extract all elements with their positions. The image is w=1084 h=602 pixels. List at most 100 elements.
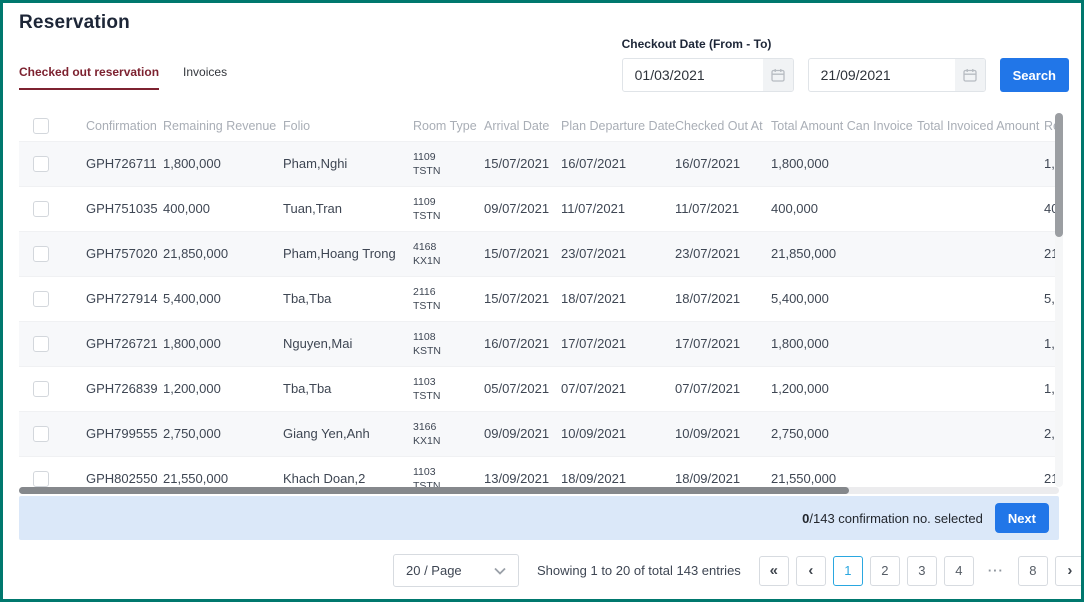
row-checkbox[interactable] <box>33 426 49 442</box>
pagination-footer: 20 / Page Showing 1 to 20 of total 143 e… <box>393 554 1084 587</box>
room-number: 3166 <box>413 420 484 434</box>
cell-checked-out-at: 07/07/2021 <box>675 366 771 411</box>
row-checkbox[interactable] <box>33 471 49 487</box>
page-nav-button[interactable]: › <box>1055 556 1084 586</box>
room-type-code: KX1N <box>413 254 484 268</box>
vertical-scrollbar-thumb[interactable] <box>1055 113 1063 237</box>
cell-total-amount-can-invoice: 2,750,000 <box>771 411 917 456</box>
date-to-field[interactable] <box>808 58 986 92</box>
cell-clipped-last: 21, <box>1044 456 1055 489</box>
cell-total-amount-can-invoice: 5,400,000 <box>771 276 917 321</box>
cell-total-amount-can-invoice: 1,800,000 <box>771 321 917 366</box>
row-checkbox[interactable] <box>33 381 49 397</box>
cell-arrival-date: 13/09/2021 <box>484 456 561 489</box>
column-header: Checked Out At <box>675 111 771 141</box>
date-to-input[interactable] <box>809 59 955 91</box>
room-type-code: TSTN <box>413 389 484 403</box>
calendar-icon[interactable] <box>763 59 793 91</box>
table-header-row: ConfirmationRemaining RevenueFolioRoom T… <box>19 111 1055 141</box>
room-number: 1103 <box>413 465 484 479</box>
page-button-3[interactable]: 3 <box>907 556 937 586</box>
date-from-field[interactable] <box>622 58 794 92</box>
cell-plan-departure-date: 10/09/2021 <box>561 411 675 456</box>
table-row: GPH7279145,400,000Tba,Tba2116TSTN15/07/2… <box>19 276 1055 321</box>
page-size-select[interactable]: 20 / Page <box>393 554 519 587</box>
cell-folio: Tba,Tba <box>283 366 413 411</box>
page-button-2[interactable]: 2 <box>870 556 900 586</box>
selection-bar: 0/143 confirmation no. selected Next <box>19 496 1059 540</box>
page-ellipsis: ··· <box>981 556 1011 586</box>
room-type-code: TSTN <box>413 209 484 223</box>
cell-arrival-date: 09/07/2021 <box>484 186 561 231</box>
row-checkbox[interactable] <box>33 156 49 172</box>
page-nav-button[interactable]: « <box>759 556 789 586</box>
row-checkbox[interactable] <box>33 336 49 352</box>
table-row: GPH7267111,800,000Pham,Nghi1109TSTN15/07… <box>19 141 1055 186</box>
column-header: Remaining Revenue <box>163 111 283 141</box>
vertical-scrollbar[interactable] <box>1055 113 1063 487</box>
select-all-checkbox[interactable] <box>33 118 49 134</box>
cell-confirmation: GPH802550 <box>86 456 163 489</box>
cell-checked-out-at: 11/07/2021 <box>675 186 771 231</box>
cell-checked-out-at: 17/07/2021 <box>675 321 771 366</box>
checkout-date-filter: Checkout Date (From - To) Search <box>622 37 1069 92</box>
page-button-4[interactable]: 4 <box>944 556 974 586</box>
date-from-input[interactable] <box>623 59 763 91</box>
tab-checked-out-reservation[interactable]: Checked out reservation <box>19 65 159 90</box>
row-checkbox[interactable] <box>33 201 49 217</box>
cell-total-invoiced-amount <box>917 231 1044 276</box>
room-type-code: TSTN <box>413 164 484 178</box>
cell-remaining-revenue: 400,000 <box>163 186 283 231</box>
room-type-code: TSTN <box>413 299 484 313</box>
cell-confirmation: GPH727914 <box>86 276 163 321</box>
selection-count-text: 0/143 confirmation no. selected <box>802 511 983 526</box>
next-button[interactable]: Next <box>995 503 1049 533</box>
row-select-cell <box>19 231 86 276</box>
room-number: 1109 <box>413 195 484 209</box>
cell-folio: Nguyen,Mai <box>283 321 413 366</box>
cell-checked-out-at: 23/07/2021 <box>675 231 771 276</box>
row-select-cell <box>19 366 86 411</box>
cell-remaining-revenue: 5,400,000 <box>163 276 283 321</box>
row-checkbox[interactable] <box>33 246 49 262</box>
select-all-header <box>19 111 86 141</box>
page-size-value: 20 / Page <box>406 563 462 578</box>
cell-arrival-date: 15/07/2021 <box>484 276 561 321</box>
column-header: Room Type <box>413 111 484 141</box>
cell-remaining-revenue: 2,750,000 <box>163 411 283 456</box>
search-button[interactable]: Search <box>1000 58 1069 92</box>
column-header: Total Invoiced Amount <box>917 111 1044 141</box>
cell-plan-departure-date: 18/09/2021 <box>561 456 675 489</box>
column-header: Folio <box>283 111 413 141</box>
horizontal-scrollbar-thumb[interactable] <box>19 487 849 494</box>
cell-arrival-date: 09/09/2021 <box>484 411 561 456</box>
horizontal-scrollbar[interactable] <box>19 487 1059 494</box>
page-button-8[interactable]: 8 <box>1018 556 1048 586</box>
page-title: Reservation <box>19 12 130 34</box>
tab-bar: Checked out reservation Invoices <box>19 65 227 90</box>
reservation-window: Reservation Checked out reservation Invo… <box>0 0 1084 602</box>
cell-total-amount-can-invoice: 1,200,000 <box>771 366 917 411</box>
page-button-1[interactable]: 1 <box>833 556 863 586</box>
cell-total-amount-can-invoice: 400,000 <box>771 186 917 231</box>
row-select-cell <box>19 321 86 366</box>
table-row: GPH75702021,850,000Pham,Hoang Trong4168K… <box>19 231 1055 276</box>
tab-invoices[interactable]: Invoices <box>183 65 227 90</box>
cell-plan-departure-date: 17/07/2021 <box>561 321 675 366</box>
cell-checked-out-at: 18/07/2021 <box>675 276 771 321</box>
row-select-cell <box>19 456 86 489</box>
cell-total-invoiced-amount <box>917 366 1044 411</box>
cell-total-invoiced-amount <box>917 186 1044 231</box>
cell-remaining-revenue: 1,800,000 <box>163 321 283 366</box>
cell-clipped-last: 1,8 <box>1044 141 1055 186</box>
cell-folio: Pham,Hoang Trong <box>283 231 413 276</box>
page-nav-button[interactable]: ‹ <box>796 556 826 586</box>
calendar-icon[interactable] <box>955 59 985 91</box>
row-select-cell <box>19 276 86 321</box>
row-checkbox[interactable] <box>33 291 49 307</box>
cell-checked-out-at: 16/07/2021 <box>675 141 771 186</box>
table-row: GPH7268391,200,000Tba,Tba1103TSTN05/07/2… <box>19 366 1055 411</box>
cell-room-type: 1103TSTN <box>413 456 484 489</box>
cell-total-amount-can-invoice: 21,550,000 <box>771 456 917 489</box>
cell-folio: Giang Yen,Anh <box>283 411 413 456</box>
